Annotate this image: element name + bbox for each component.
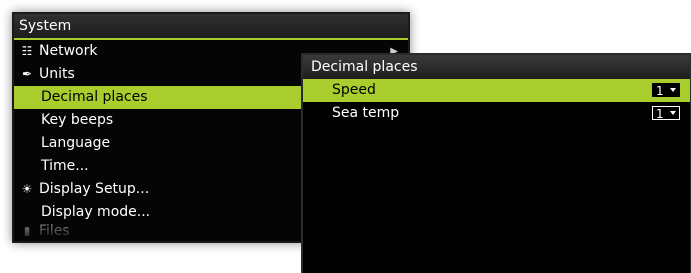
folder-icon: ▮	[23, 224, 31, 236]
menu-item-language-label: Language	[41, 135, 111, 151]
sea-temp-decimal-select[interactable]: 1	[652, 106, 680, 121]
chevron-down-icon	[670, 88, 676, 92]
chevron-down-icon	[670, 111, 676, 115]
menu-item-units-label: Units	[39, 66, 75, 82]
sea-temp-decimal-value: 1	[656, 107, 664, 121]
decimal-row-sea-temp[interactable]: Sea temp 1	[303, 102, 690, 125]
menu-item-time-label: Time...	[41, 158, 89, 174]
speed-decimal-select[interactable]: 1	[652, 83, 680, 98]
decimal-places-dialog: Decimal places Speed 1 Sea temp 1	[301, 53, 691, 273]
sun-icon: ☀	[21, 182, 33, 196]
menu-item-decimal-places-label: Decimal places	[41, 89, 148, 105]
system-menu-title: System	[14, 14, 408, 40]
speed-decimal-value: 1	[656, 84, 664, 98]
decimal-row-speed[interactable]: Speed 1	[303, 79, 690, 102]
decimal-places-dialog-title: Decimal places	[303, 55, 690, 79]
menu-item-network-label: Network	[39, 43, 98, 59]
decimal-row-sea-temp-label: Sea temp	[332, 105, 400, 121]
menu-item-display-mode-label: Display mode...	[41, 204, 151, 220]
decimal-row-speed-label: Speed	[332, 82, 376, 98]
menu-item-files-label: Files	[39, 224, 70, 236]
menu-item-key-beeps-label: Key beeps	[41, 112, 114, 128]
pencil-icon: ✒	[21, 67, 33, 81]
menu-item-display-setup-label: Display Setup...	[39, 181, 150, 197]
network-icon: ☷	[21, 44, 33, 58]
